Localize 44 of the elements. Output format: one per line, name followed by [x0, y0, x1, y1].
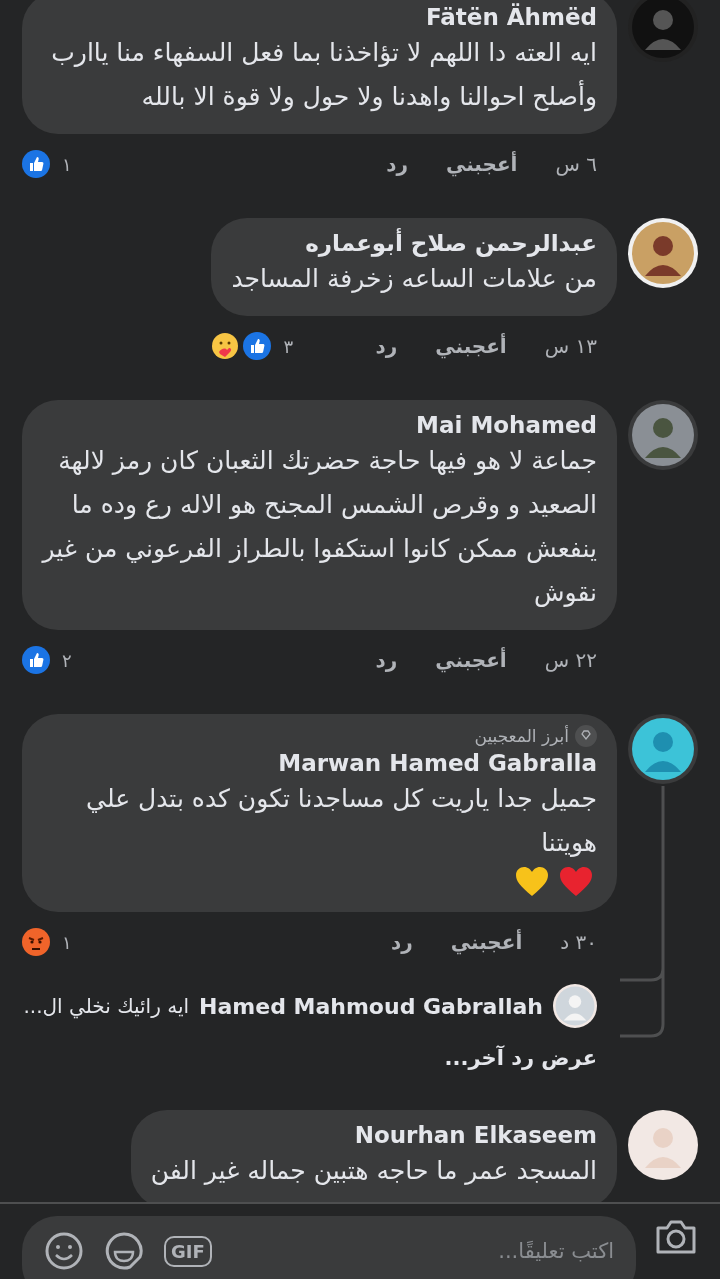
comment-time: ٦ س	[555, 152, 597, 176]
heart-emoji-icon	[559, 866, 593, 898]
comment-time: ٢٢ س	[544, 648, 597, 672]
gif-button[interactable]: GIF	[164, 1235, 212, 1267]
author-name[interactable]: Fätën Ähmëd	[425, 2, 597, 32]
reply-link[interactable]: رد	[375, 334, 398, 358]
comment-text: ايه العته دا اللهم لا تؤاخذنا بما فعل السفهاء منا ياارب وأصلح احوالنا واهدنا ولا حول ولا قوة الا بالله	[51, 38, 597, 111]
comment-time: ١٣ س	[544, 334, 597, 358]
comment-text: جماعة لا هو فيها حاجة حضرتك الثعبان كان رمز لالهة الصعيد و وقرص الشمس المجنح هو الاله رع وده ما ينفعش ممكن كانوا استكفوا بالطراز الفرعوني من غير نقوش	[42, 446, 597, 607]
like-link[interactable]: أعجبني	[435, 648, 507, 672]
reply-author-name[interactable]: Hamed Mahmoud Gabrallah	[199, 993, 543, 1019]
comment-text: المسجد عمر ما حاجه هتبين جماله غير الفن	[150, 1156, 597, 1185]
like-link[interactable]: أعجبني	[435, 334, 507, 358]
comment-time: ٣٠ د	[560, 930, 597, 954]
avatar[interactable]	[628, 714, 698, 784]
like-reaction-icon	[22, 150, 50, 178]
author-name[interactable]: Nourhan Elkaseem	[354, 1120, 597, 1150]
like-reaction-icon	[243, 332, 272, 360]
avatar[interactable]	[628, 1110, 698, 1180]
reaction-count: ١	[62, 153, 72, 175]
reply-link[interactable]: رد	[375, 648, 398, 672]
care-reaction-icon	[211, 332, 240, 360]
avatar[interactable]	[553, 984, 597, 1028]
comment-text: جميل جدا ياريت كل مساجدنا تكون كده بتدل علي هويتنا	[86, 784, 597, 857]
reaction-count: ٢	[62, 649, 72, 671]
comment-text: من علامات الساعه زخرفة المساجد	[231, 264, 597, 293]
author-name[interactable]: عبدالرحمن صلاح أبوعماره	[305, 228, 597, 258]
reaction-count: ٣	[283, 335, 294, 357]
author-name[interactable]: Marwan Hamed Gabralla	[278, 748, 597, 778]
view-more-replies-link[interactable]: عرض رد آخر...	[444, 1046, 597, 1070]
emoji-icon[interactable]	[44, 1231, 84, 1271]
reply-link[interactable]: رد	[386, 152, 408, 176]
avatar[interactable]	[628, 218, 698, 288]
heart-emoji-icon	[515, 866, 549, 898]
like-link[interactable]: أعجبني	[445, 152, 518, 176]
top-fan-label: أبرز المعجبين	[474, 724, 569, 748]
sticker-icon[interactable]	[104, 1231, 144, 1271]
reply-link[interactable]: رد	[390, 930, 413, 954]
like-link[interactable]: أعجبني	[450, 930, 523, 954]
like-reaction-icon	[22, 646, 50, 674]
author-name[interactable]: Mai Mohamed	[416, 410, 597, 440]
reaction-count: ١	[62, 931, 72, 953]
reply-text: ايه رائيك نخلي ال...	[23, 994, 190, 1018]
angry-reaction-icon	[22, 928, 50, 956]
